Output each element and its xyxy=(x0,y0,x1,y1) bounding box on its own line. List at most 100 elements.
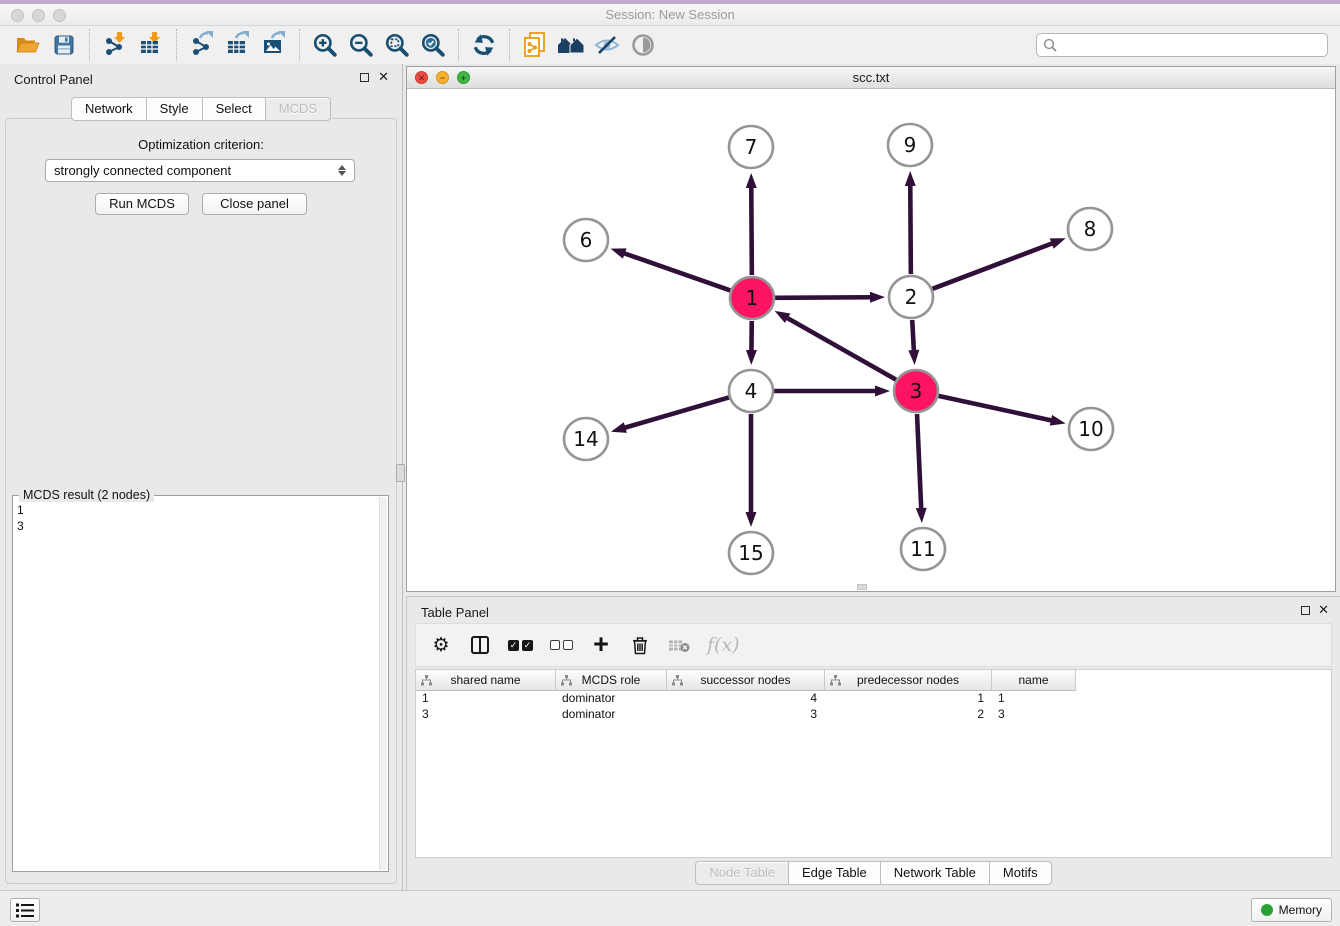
function-builder-button[interactable]: f(x) xyxy=(707,632,740,658)
float-panel-icon[interactable] xyxy=(360,73,369,82)
export-image-button[interactable] xyxy=(256,27,292,63)
graph-edge-4-14[interactable] xyxy=(623,397,728,428)
column-header-successor-nodes[interactable]: successor nodes xyxy=(667,670,825,691)
memory-button[interactable]: Memory xyxy=(1251,898,1332,922)
table-cell[interactable]: 3 xyxy=(667,707,825,723)
table-cell[interactable]: dominator xyxy=(556,707,667,723)
edge-arrowhead-icon xyxy=(611,422,627,433)
graph-edge-3-11[interactable] xyxy=(917,414,921,510)
close-panel-icon[interactable]: ✕ xyxy=(378,69,389,85)
show-all-button[interactable] xyxy=(625,27,661,63)
result-scrollbar[interactable] xyxy=(379,497,387,870)
column-type-icon xyxy=(421,675,432,686)
export-network-button[interactable] xyxy=(184,27,220,63)
graph-node-8[interactable]: 8 xyxy=(1068,208,1112,250)
graph-node-15[interactable]: 15 xyxy=(729,532,773,574)
column-header-predecessor-nodes[interactable]: predecessor nodes xyxy=(825,670,992,691)
table-row[interactable]: 1dominator411 xyxy=(416,691,1331,707)
window-titlebar: Session: New Session xyxy=(0,0,1340,26)
graph-edge-3-1[interactable] xyxy=(786,317,896,379)
mcds-result-item: 3 xyxy=(17,518,376,534)
tab-network[interactable]: Network xyxy=(71,97,147,121)
graph-edge-2-9[interactable] xyxy=(910,184,911,274)
search-input[interactable] xyxy=(1057,38,1321,52)
tab-node-table[interactable]: Node Table xyxy=(695,861,789,885)
hide-selected-button[interactable] xyxy=(589,27,625,63)
table-cell[interactable]: 1 xyxy=(416,691,556,707)
table-cell[interactable]: 3 xyxy=(992,707,1076,723)
table-cell[interactable]: 4 xyxy=(667,691,825,707)
save-session-button[interactable] xyxy=(46,27,82,63)
column-header-label: predecessor nodes xyxy=(857,673,959,687)
table-cell[interactable]: 1 xyxy=(825,691,992,707)
table-cell[interactable]: 3 xyxy=(416,707,556,723)
open-session-button[interactable] xyxy=(10,27,46,63)
graph-node-3[interactable]: 3 xyxy=(894,370,938,412)
network-canvas[interactable]: 7 9 6 8 1 2 4 3 14 10 15 11 xyxy=(407,89,1335,591)
graph-node-2[interactable]: 2 xyxy=(889,276,933,318)
first-neighbors-button[interactable] xyxy=(553,27,589,63)
export-network-icon xyxy=(190,31,214,60)
graph-edge-1-2[interactable] xyxy=(775,297,872,298)
close-panel-button[interactable]: Close panel xyxy=(202,193,307,215)
edge-arrowhead-icon xyxy=(916,508,927,523)
application-window: Session: New Session xyxy=(0,0,1340,926)
graph-node-10[interactable]: 10 xyxy=(1069,408,1113,450)
tab-style[interactable]: Style xyxy=(147,97,203,121)
graph-edge-1-7[interactable] xyxy=(751,186,752,275)
svg-text:8: 8 xyxy=(1084,217,1097,241)
graph-edge-2-3[interactable] xyxy=(912,320,914,352)
panel-splitter-handle[interactable] xyxy=(396,464,405,482)
tab-edge-table[interactable]: Edge Table xyxy=(789,861,881,885)
mcds-result-list[interactable]: 13 xyxy=(17,502,376,534)
tab-mcds[interactable]: MCDS xyxy=(266,97,331,121)
export-table-button[interactable] xyxy=(220,27,256,63)
close-table-panel-icon[interactable]: ✕ xyxy=(1318,602,1329,618)
zoom-fit-button[interactable] xyxy=(379,27,415,63)
graph-edge-1-6[interactable] xyxy=(623,253,730,291)
table-options-button[interactable]: ⚙ xyxy=(430,632,452,658)
clone-network-button[interactable] xyxy=(517,27,553,63)
import-table-button[interactable] xyxy=(133,27,169,63)
graph-node-4[interactable]: 4 xyxy=(729,370,773,412)
column-header-MCDS-role[interactable]: MCDS role xyxy=(556,670,667,691)
table-row[interactable]: 3dominator323 xyxy=(416,707,1331,723)
deselect-all-button[interactable] xyxy=(550,632,573,658)
graph-node-1[interactable]: 1 xyxy=(730,277,774,319)
show-column-button[interactable] xyxy=(469,632,491,658)
column-header-shared-name[interactable]: shared name xyxy=(416,670,556,691)
graph-edge-3-10[interactable] xyxy=(938,396,1052,421)
graph-node-6[interactable]: 6 xyxy=(564,219,608,261)
run-mcds-button[interactable]: Run MCDS xyxy=(95,193,189,215)
criterion-select[interactable]: strongly connected component xyxy=(45,159,355,182)
import-network-button[interactable] xyxy=(97,27,133,63)
zoom-in-icon xyxy=(312,32,338,58)
graph-node-7[interactable]: 7 xyxy=(729,126,773,168)
tab-network-table[interactable]: Network Table xyxy=(881,861,990,885)
delete-row-button[interactable] xyxy=(629,632,651,658)
graph-node-9[interactable]: 9 xyxy=(888,124,932,166)
zoom-in-button[interactable] xyxy=(307,27,343,63)
graph-node-14[interactable]: 14 xyxy=(564,418,608,460)
select-all-button[interactable]: ✓ ✓ xyxy=(508,632,533,658)
zoom-out-button[interactable] xyxy=(343,27,379,63)
float-table-panel-icon[interactable] xyxy=(1301,606,1310,615)
table-cell[interactable]: 1 xyxy=(992,691,1076,707)
table-cell[interactable]: dominator xyxy=(556,691,667,707)
network-graph: 7 9 6 8 1 2 4 3 14 10 15 11 xyxy=(407,89,1335,591)
canvas-scrollbar-thumb[interactable] xyxy=(857,584,867,590)
window-title: Session: New Session xyxy=(0,7,1340,22)
main-toolbar xyxy=(0,26,1340,64)
tab-select[interactable]: Select xyxy=(203,97,266,121)
zoom-selected-button[interactable] xyxy=(415,27,451,63)
table-cell[interactable]: 2 xyxy=(825,707,992,723)
tab-motifs[interactable]: Motifs xyxy=(990,861,1052,885)
column-header-name[interactable]: name xyxy=(992,670,1076,691)
refresh-layout-button[interactable] xyxy=(466,27,502,63)
delete-table-button[interactable] xyxy=(668,632,690,658)
graph-node-11[interactable]: 11 xyxy=(901,528,945,570)
graph-edge-2-8[interactable] xyxy=(933,243,1054,289)
network-window-titlebar[interactable]: ✕ − + scc.txt xyxy=(407,67,1335,89)
add-row-button[interactable]: + xyxy=(590,632,612,658)
task-history-button[interactable] xyxy=(10,898,40,922)
